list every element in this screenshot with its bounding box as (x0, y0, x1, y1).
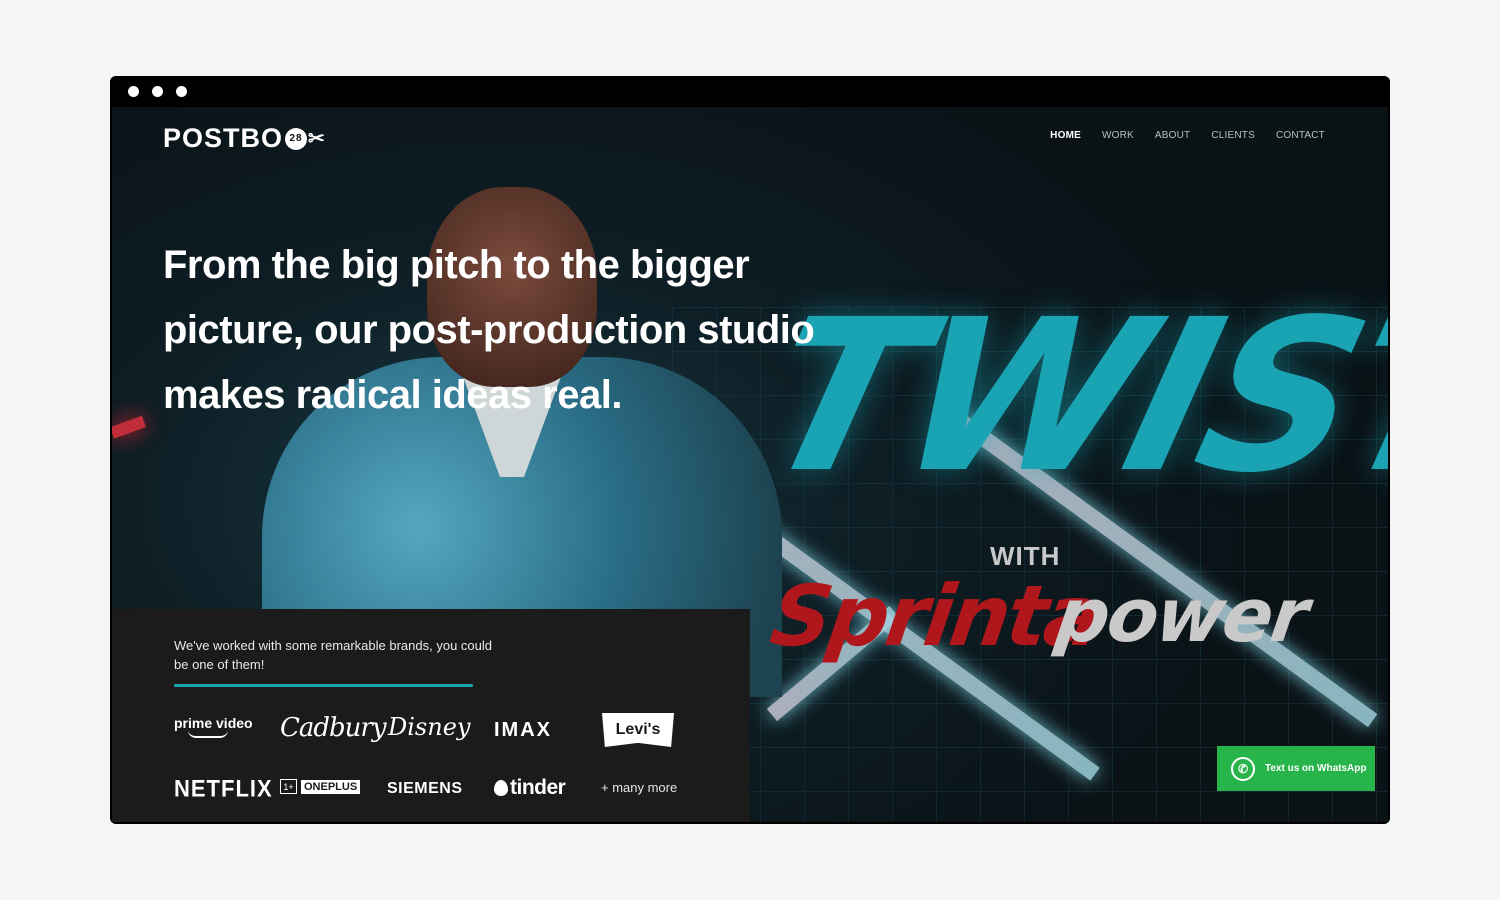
oneplus-logo: 1+ ONEPLUS (280, 779, 361, 794)
cadbury-logo: Cadbury (280, 713, 387, 743)
main-nav: HOME WORK ABOUT CLIENTS CONTACT (1050, 130, 1325, 141)
nav-clients[interactable]: CLIENTS (1211, 130, 1255, 141)
prime-video-logo: prime video (174, 716, 253, 738)
headline-line: picture, our post-production studio (163, 308, 815, 352)
power-graphic-text: power (1050, 573, 1312, 659)
imax-logo: IMAX (494, 719, 552, 741)
brands-divider (174, 684, 473, 687)
nav-work[interactable]: WORK (1102, 130, 1134, 141)
levis-logo: Levi's (602, 713, 674, 747)
window-dot-minimize[interactable] (152, 86, 163, 97)
site-logo[interactable]: POSTBO 28 ✂ (163, 123, 326, 154)
browser-window: TWIST WITH Sprinta power POSTBO 28 ✂ HOM… (110, 76, 1390, 824)
red-neon-light (112, 415, 147, 439)
nav-contact[interactable]: CONTACT (1276, 130, 1325, 141)
window-dot-maximize[interactable] (176, 86, 187, 97)
disney-logo: Disney (388, 713, 471, 741)
flame-icon (494, 780, 508, 796)
window-dot-close[interactable] (128, 86, 139, 97)
nav-about[interactable]: ABOUT (1155, 130, 1190, 141)
whatsapp-button[interactable]: ✆ Text us on WhatsApp (1217, 746, 1375, 791)
window-titlebar (110, 76, 1390, 107)
siemens-logo: SIEMENS (387, 780, 463, 797)
hero-headline: From the big pitch to the bigger picture… (163, 233, 843, 428)
headline-line: makes radical ideas real. (163, 373, 622, 417)
many-more-text: + many more (601, 780, 678, 795)
whatsapp-icon: ✆ (1231, 756, 1255, 781)
headline-line: From the big pitch to the bigger (163, 243, 750, 287)
tinder-logo: tinder (494, 776, 566, 800)
scissors-icon: ✂ (308, 128, 326, 150)
logo-badge: 28 (285, 127, 308, 150)
netflix-logo: NETFLIX (174, 774, 273, 803)
nav-home[interactable]: HOME (1050, 130, 1081, 141)
brands-panel: We've worked with some remarkable brands… (112, 609, 750, 822)
hero-section: TWIST WITH Sprinta power POSTBO 28 ✂ HOM… (112, 107, 1388, 822)
logo-text: POSTBO (163, 123, 284, 153)
brands-intro-text: We've worked with some remarkable brands… (174, 638, 492, 672)
whatsapp-label: Text us on WhatsApp (1265, 763, 1367, 774)
